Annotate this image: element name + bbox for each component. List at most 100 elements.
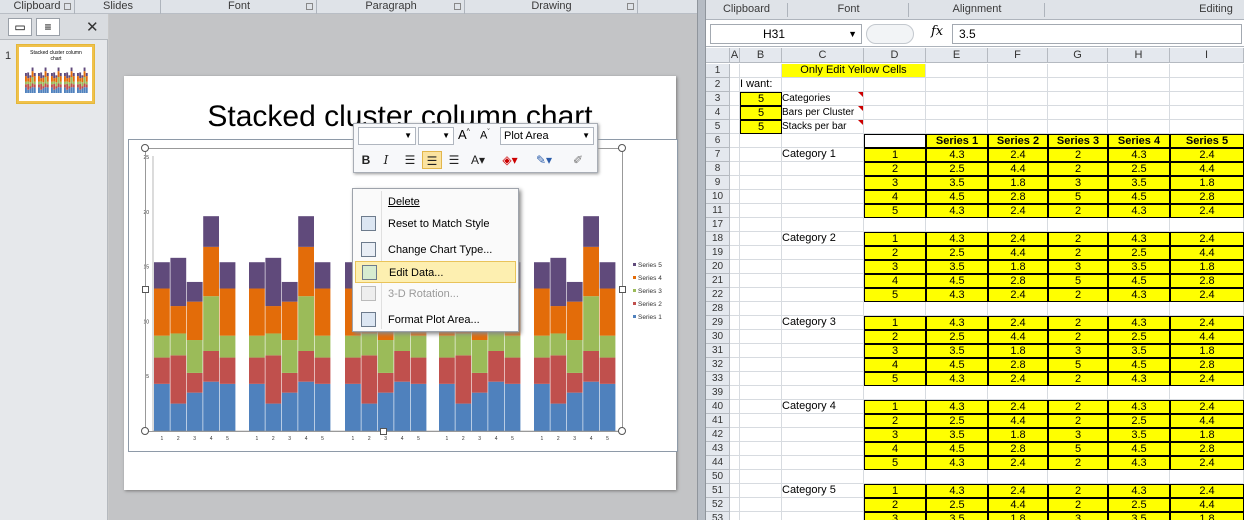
cell[interactable] (988, 78, 1048, 92)
data-cell[interactable]: 2.5 (926, 246, 988, 260)
cell[interactable] (864, 120, 926, 134)
cell[interactable] (730, 428, 740, 442)
cell[interactable] (730, 484, 740, 498)
fill-color-icon[interactable]: ◈▾ (500, 151, 520, 169)
cell[interactable] (782, 414, 864, 428)
data-cell[interactable]: 1 (864, 148, 926, 162)
cell[interactable] (740, 456, 782, 470)
data-cell[interactable]: 1.8 (1170, 512, 1244, 520)
row-header[interactable]: 30 (706, 330, 730, 344)
data-cell[interactable]: 3 (1048, 344, 1108, 358)
data-cell[interactable]: 4.3 (926, 484, 988, 498)
data-cell[interactable]: 1.8 (1170, 260, 1244, 274)
data-cell[interactable]: 3 (1048, 512, 1108, 520)
series-header-cell[interactable]: Series 4 (1108, 134, 1170, 148)
cell[interactable] (740, 302, 782, 316)
cell[interactable] (1048, 302, 1108, 316)
data-cell[interactable]: 2.4 (988, 484, 1048, 498)
resize-handle[interactable] (380, 428, 387, 435)
data-cell[interactable]: 4.3 (926, 232, 988, 246)
data-cell[interactable]: 2.4 (988, 400, 1048, 414)
cell[interactable] (740, 274, 782, 288)
series-header-cell[interactable]: Series 1 (926, 134, 988, 148)
format-painter-icon[interactable]: ✐ (568, 151, 588, 169)
data-cell[interactable]: 4.3 (926, 400, 988, 414)
cell[interactable] (740, 470, 782, 484)
data-cell[interactable]: 2.4 (988, 372, 1048, 386)
data-cell[interactable]: 2.4 (988, 288, 1048, 302)
ribbon-group-font[interactable]: Font (162, 0, 317, 14)
data-cell[interactable]: 4 (864, 274, 926, 288)
cell[interactable] (730, 498, 740, 512)
cell[interactable] (1048, 386, 1108, 400)
data-cell[interactable]: 4.4 (1170, 162, 1244, 176)
data-cell[interactable]: 5 (1048, 442, 1108, 456)
row-header[interactable]: 19 (706, 246, 730, 260)
row-header[interactable]: 20 (706, 260, 730, 274)
data-cell[interactable]: 5 (1048, 358, 1108, 372)
cell[interactable] (730, 190, 740, 204)
data-cell[interactable]: 3.5 (926, 512, 988, 520)
data-cell[interactable]: 3.5 (926, 344, 988, 358)
cell[interactable] (740, 190, 782, 204)
cell[interactable] (782, 386, 864, 400)
formula-buttons[interactable] (866, 24, 914, 44)
cell[interactable] (926, 218, 988, 232)
row-header[interactable]: 11 (706, 204, 730, 218)
window-splitter[interactable] (697, 0, 706, 520)
cell[interactable] (926, 64, 988, 78)
data-cell[interactable]: 2 (1048, 316, 1108, 330)
data-cell[interactable]: 2.4 (1170, 232, 1244, 246)
cell[interactable] (864, 78, 926, 92)
data-cell[interactable]: 2 (1048, 204, 1108, 218)
data-cell[interactable]: 2 (1048, 456, 1108, 470)
slide-thumbnail[interactable]: Stacked cluster column chart (17, 45, 94, 103)
data-cell[interactable]: 2 (864, 246, 926, 260)
data-cell[interactable]: 2 (1048, 372, 1108, 386)
dialog-launcher-icon[interactable] (64, 3, 71, 10)
cell[interactable] (926, 470, 988, 484)
resize-handle[interactable] (618, 144, 626, 152)
cell[interactable] (740, 316, 782, 330)
category-label[interactable]: Category 2 (782, 232, 864, 246)
data-cell[interactable]: 1.8 (988, 260, 1048, 274)
font-name-dropdown[interactable]: ▼ (358, 127, 416, 145)
data-cell[interactable]: 2.5 (926, 330, 988, 344)
legend-entry[interactable]: Series 5 (638, 262, 662, 269)
data-cell[interactable]: 2 (864, 162, 926, 176)
row-header[interactable]: 31 (706, 344, 730, 358)
data-cell[interactable]: 4.3 (1108, 232, 1170, 246)
slides-tab-icon[interactable]: ▭ (8, 18, 32, 36)
cell[interactable] (1108, 106, 1170, 120)
dialog-launcher-icon[interactable] (627, 3, 634, 10)
cell[interactable] (730, 274, 740, 288)
data-cell[interactable]: 1.8 (1170, 428, 1244, 442)
cell[interactable] (926, 386, 988, 400)
ribbon-group-clipboard[interactable]: Clipboard (0, 0, 75, 14)
data-cell[interactable]: 4.3 (926, 288, 988, 302)
series-header-cell[interactable]: Series 2 (988, 134, 1048, 148)
row-header[interactable]: 41 (706, 414, 730, 428)
cell[interactable] (730, 232, 740, 246)
cell[interactable] (782, 260, 864, 274)
insert-function-icon[interactable]: fx (931, 24, 943, 39)
column-header[interactable]: I (1170, 48, 1244, 63)
data-cell[interactable]: 2.4 (988, 316, 1048, 330)
row-header[interactable]: 42 (706, 428, 730, 442)
cell[interactable] (740, 512, 782, 520)
cell[interactable] (730, 120, 740, 134)
align-right-icon[interactable]: ☰ (444, 151, 464, 169)
cell[interactable] (1108, 386, 1170, 400)
cell[interactable] (926, 106, 988, 120)
input-label[interactable]: Bars per Cluster (782, 106, 864, 120)
cell[interactable] (730, 218, 740, 232)
data-cell[interactable]: 3 (864, 512, 926, 520)
chart-element-dropdown[interactable]: Plot Area ▼ (500, 127, 594, 145)
data-cell[interactable]: 4.4 (1170, 414, 1244, 428)
row-header[interactable]: 40 (706, 400, 730, 414)
select-all-corner[interactable] (706, 48, 730, 63)
data-cell[interactable]: 3 (864, 260, 926, 274)
cell[interactable] (782, 428, 864, 442)
data-cell[interactable]: 1 (864, 232, 926, 246)
cell[interactable] (926, 92, 988, 106)
